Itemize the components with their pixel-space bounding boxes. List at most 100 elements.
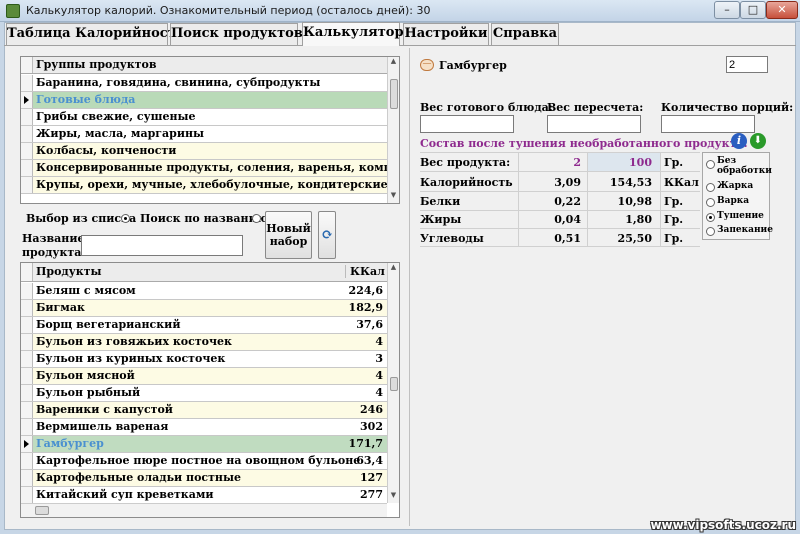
processing-label-boil: Варка xyxy=(717,196,750,206)
group-row-selected[interactable]: Готовые блюда xyxy=(21,92,387,109)
processing-label-none: Без обработки xyxy=(717,156,772,176)
products-grid: Продукты ККал Беляш с мясом 224,6 Бигмак 1… xyxy=(20,262,400,518)
nutrition-unit: Гр. xyxy=(664,156,684,169)
nutrition-value-2: 10,98 xyxy=(617,195,652,208)
info-icon[interactable]: i xyxy=(731,133,747,149)
product-row[interactable]: Картофельные оладьи постные 127 xyxy=(21,470,387,487)
groups-scrollbar[interactable]: ▲ ▼ xyxy=(387,57,399,203)
nutrition-label: Углеводы xyxy=(420,232,484,245)
nutrition-value-1: 0,04 xyxy=(554,213,581,226)
product-row[interactable]: Китайский суп креветками 277 xyxy=(21,487,387,504)
composition-title: Состав после тушения необработанного про… xyxy=(420,137,748,150)
tab-calculator[interactable]: Калькулятор xyxy=(302,22,404,46)
group-row[interactable]: Баранина, говядина, свинина, субпродукты xyxy=(21,75,387,92)
scroll-up-icon[interactable]: ▲ xyxy=(388,263,399,275)
nutrition-unit: Гр. xyxy=(664,213,684,226)
watermark-text: www.vipsofts.ucoz.ru xyxy=(650,518,796,532)
groups-header-label: Группы продуктов xyxy=(36,58,157,71)
download-icon[interactable]: ⬇ xyxy=(750,133,766,149)
processing-radio-boil[interactable] xyxy=(706,198,715,207)
scroll-thumb[interactable] xyxy=(390,79,398,109)
window-title: Калькулятор калорий. Ознакомительный пер… xyxy=(26,4,431,17)
group-row[interactable]: Грибы свежие, сушеные xyxy=(21,109,387,126)
kcal-header-label: ККал xyxy=(345,265,385,278)
refresh-icon: ⟳ xyxy=(321,227,333,243)
product-row-selected[interactable]: Гамбургер 171,7 xyxy=(21,436,387,453)
panel-divider xyxy=(409,48,410,526)
recalc-weight-input[interactable] xyxy=(547,115,641,133)
tab-help[interactable]: Справка xyxy=(491,23,559,45)
product-row[interactable]: Бульон из говяжьих косточек 4 xyxy=(21,334,387,351)
tab-settings[interactable]: Настройки xyxy=(403,23,489,45)
nutrition-label: Жиры xyxy=(420,213,462,226)
close-button[interactable]: ✕ xyxy=(766,1,798,19)
nutrition-unit: Гр. xyxy=(664,195,684,208)
product-name: Гамбургер xyxy=(439,59,507,72)
groups-grid-header: Группы продуктов xyxy=(21,57,387,74)
product-icon: — xyxy=(420,59,434,71)
groups-grid: Группы продуктов Баранина, говядина, сви… xyxy=(20,56,400,204)
processing-label-fry: Жарка xyxy=(717,181,754,191)
product-row[interactable]: Вареники с капустой 246 xyxy=(21,402,387,419)
nutrition-value-2: 100 xyxy=(629,156,652,169)
products-scrollbar[interactable]: ▲ ▼ xyxy=(387,263,399,503)
product-row[interactable]: Вермишель вареная 302 xyxy=(21,419,387,436)
nutrition-unit: Гр. xyxy=(664,232,684,245)
processing-radio-none[interactable] xyxy=(706,160,715,169)
tab-product-search[interactable]: Поиск продуктов xyxy=(170,23,303,45)
refresh-button[interactable]: ⟳ xyxy=(318,211,336,259)
processing-radio-bake[interactable] xyxy=(706,227,715,236)
nutrition-value-1: 2 xyxy=(573,156,581,169)
maximize-button[interactable]: □ xyxy=(740,1,766,19)
product-row[interactable]: Бульон мясной 4 xyxy=(21,368,387,385)
ready-weight-input[interactable] xyxy=(420,115,514,133)
new-set-button[interactable]: Новый набор xyxy=(265,211,312,259)
nutrition-unit: ККал xyxy=(664,176,699,189)
row-indicator-icon xyxy=(21,436,33,452)
tab-divider xyxy=(4,45,796,46)
processing-radio-fry[interactable] xyxy=(706,183,715,192)
products-header-label: Продукты xyxy=(36,265,102,278)
by-name-radio[interactable] xyxy=(252,214,261,223)
group-row[interactable]: Консервированные продукты, соления, варе… xyxy=(21,160,387,177)
name-label-line1: Название xyxy=(22,232,85,245)
product-row[interactable]: Беляш с мясом 224,6 xyxy=(21,283,387,300)
nutrition-label: Белки xyxy=(420,195,461,208)
minimize-button[interactable]: – xyxy=(714,1,740,19)
from-list-radio[interactable] xyxy=(121,214,130,223)
nutrition-label: Вес продукта: xyxy=(420,156,511,169)
product-row[interactable]: Бульон рыбный 4 xyxy=(21,385,387,402)
products-hscrollbar[interactable] xyxy=(21,503,387,517)
scroll-up-icon[interactable]: ▲ xyxy=(388,57,399,69)
scroll-down-icon[interactable]: ▼ xyxy=(388,491,399,503)
processing-label-stew: Тушение xyxy=(717,211,764,221)
nutrition-value-1: 3,09 xyxy=(554,176,581,189)
portions-input[interactable] xyxy=(661,115,755,133)
product-row[interactable]: Бульон из куриных косточек 3 xyxy=(21,351,387,368)
group-row[interactable]: Колбасы, копчености xyxy=(21,143,387,160)
ready-weight-label: Вес готового блюда: xyxy=(420,101,553,114)
group-row[interactable]: Жиры, масла, маргарины xyxy=(21,126,387,143)
processing-label-bake: Запекание xyxy=(717,225,773,235)
product-amount-input[interactable] xyxy=(726,56,768,73)
recalc-weight-label: Вес пересчета: xyxy=(547,101,644,114)
by-name-label: Поиск по названию xyxy=(140,212,269,225)
tab-calorie-table[interactable]: Таблица Калорийности xyxy=(6,23,185,45)
nutrition-value-2: 154,53 xyxy=(609,176,652,189)
nutrition-value-2: 25,50 xyxy=(617,232,652,245)
app-icon xyxy=(6,4,20,18)
product-row[interactable]: Картофельное пюре постное на овощном бул… xyxy=(21,453,387,470)
processing-radio-stew[interactable] xyxy=(706,213,715,222)
products-grid-header: Продукты ККал xyxy=(21,263,387,282)
group-row[interactable]: Крупы, орехи, мучные, хлебобулочные, кон… xyxy=(21,177,387,194)
hscroll-thumb[interactable] xyxy=(35,506,49,515)
nutrition-value-1: 0,51 xyxy=(554,232,581,245)
product-row[interactable]: Бигмак 182,9 xyxy=(21,300,387,317)
nutrition-value-1: 0,22 xyxy=(554,195,581,208)
product-row[interactable]: Борщ вегетарианский 37,6 xyxy=(21,317,387,334)
row-indicator-icon xyxy=(21,92,33,108)
product-name-input[interactable] xyxy=(81,235,243,256)
from-list-label: Выбор из списка xyxy=(26,212,137,225)
scroll-thumb[interactable] xyxy=(390,377,398,391)
scroll-down-icon[interactable]: ▼ xyxy=(388,191,399,203)
